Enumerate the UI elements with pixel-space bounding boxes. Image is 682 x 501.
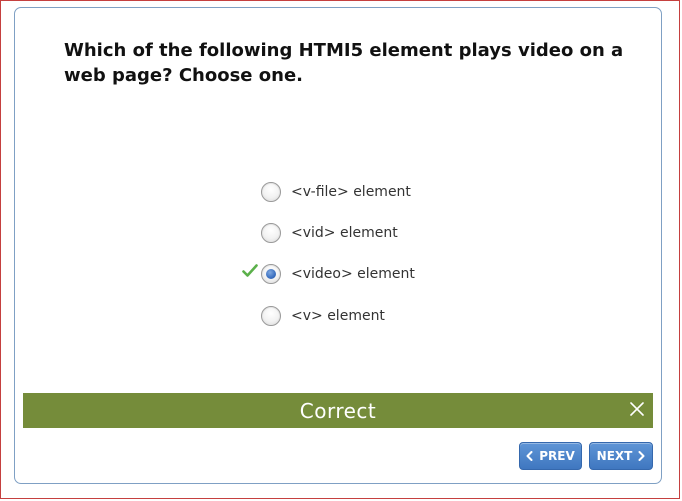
- radio-button-selected[interactable]: [261, 264, 281, 284]
- chevron-right-icon: [638, 451, 645, 461]
- check-icon: [242, 264, 258, 277]
- feedback-bar: Correct: [23, 393, 653, 428]
- option-vid[interactable]: <vid> element: [240, 221, 398, 245]
- radio-button[interactable]: [261, 223, 281, 243]
- chevron-left-icon: [526, 451, 533, 461]
- feedback-text: Correct: [299, 398, 377, 423]
- option-label: <video> element: [291, 266, 415, 282]
- next-label: NEXT: [596, 449, 633, 463]
- next-button[interactable]: NEXT: [589, 442, 653, 470]
- option-v[interactable]: <v> element: [240, 304, 385, 328]
- option-label: <v-file> element: [291, 184, 411, 200]
- option-label: <v> element: [291, 308, 385, 324]
- option-video[interactable]: <video> element: [240, 262, 415, 286]
- radio-button[interactable]: [261, 306, 281, 326]
- prev-label: PREV: [539, 449, 575, 463]
- option-label: <vid> element: [291, 225, 398, 241]
- close-icon[interactable]: [630, 402, 644, 416]
- radio-button[interactable]: [261, 182, 281, 202]
- option-v-file[interactable]: <v-file> element: [240, 180, 411, 204]
- question-text: Which of the following HTMI5 element pla…: [64, 40, 624, 86]
- prev-button[interactable]: PREV: [519, 442, 582, 470]
